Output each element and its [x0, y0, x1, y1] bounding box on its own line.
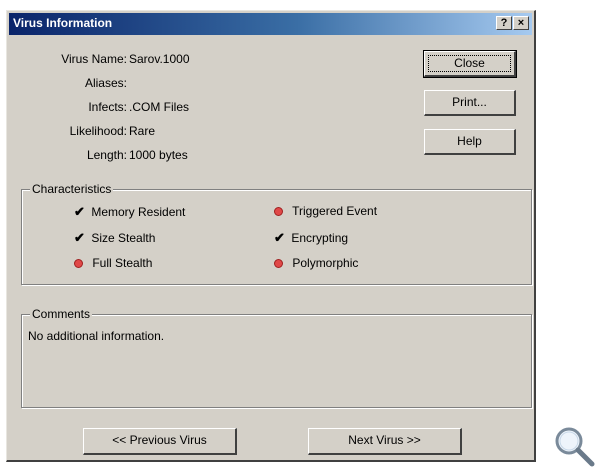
print-button[interactable]: Print... [424, 90, 516, 116]
red-dot-icon [74, 259, 83, 269]
length-label: Length: [86, 148, 127, 162]
red-dot-icon [274, 259, 283, 269]
likelihood-value: Rare [129, 124, 156, 138]
focus-ring [428, 55, 511, 72]
previous-virus-button[interactable]: << Previous Virus [83, 428, 237, 455]
char-label: Polymorphic [292, 256, 359, 270]
help-button[interactable]: Help [424, 129, 516, 155]
characteristics-group: Characteristics ✔ Memory Resident Trigge… [21, 182, 532, 285]
char-label: Full Stealth [92, 256, 153, 270]
char-encrypting: ✔ Encrypting [274, 230, 348, 246]
infects-label: Infects: [88, 100, 127, 114]
char-size-stealth: ✔ Size Stealth [74, 230, 155, 246]
virus-name-label: Virus Name: [61, 52, 127, 66]
check-icon: ✔ [274, 230, 285, 245]
next-virus-label: Next Virus >> [348, 433, 421, 447]
char-triggered-event: Triggered Event [274, 204, 377, 218]
length-value: 1000 bytes [129, 148, 188, 162]
check-icon: ✔ [74, 230, 85, 245]
infects-value: .COM Files [129, 100, 189, 114]
close-button[interactable]: Close [423, 50, 517, 78]
characteristics-title: Characteristics [30, 182, 114, 196]
virus-name-value: Sarov.1000 [129, 52, 190, 66]
help-icon[interactable]: ? [496, 16, 512, 30]
window-title: Virus Information [13, 16, 113, 30]
char-full-stealth: Full Stealth [74, 256, 152, 270]
char-label: Encrypting [291, 231, 349, 245]
char-memory-resident: ✔ Memory Resident [74, 204, 185, 220]
comments-text-area[interactable]: No additional information. [26, 319, 527, 403]
check-icon: ✔ [74, 204, 85, 219]
comments-text: No additional information. [28, 329, 165, 343]
red-dot-icon [274, 207, 283, 217]
magnifier-icon[interactable] [552, 424, 596, 468]
help-button-label: Help [457, 134, 482, 148]
char-label: Size Stealth [91, 231, 156, 245]
print-button-label: Print... [452, 95, 487, 109]
char-polymorphic: Polymorphic [274, 256, 358, 270]
virus-information-dialog: Virus Information ? × Virus Name: Sarov.… [6, 10, 536, 462]
aliases-label: Aliases: [84, 76, 127, 90]
likelihood-label: Likelihood: [69, 124, 127, 138]
next-virus-button[interactable]: Next Virus >> [308, 428, 462, 455]
char-label: Memory Resident [91, 205, 186, 219]
previous-virus-label: << Previous Virus [112, 433, 207, 447]
close-icon[interactable]: × [513, 16, 529, 30]
comments-group: Comments No additional information. [21, 307, 532, 408]
title-bar[interactable]: Virus Information ? × [9, 13, 532, 35]
char-label: Triggered Event [292, 204, 378, 218]
